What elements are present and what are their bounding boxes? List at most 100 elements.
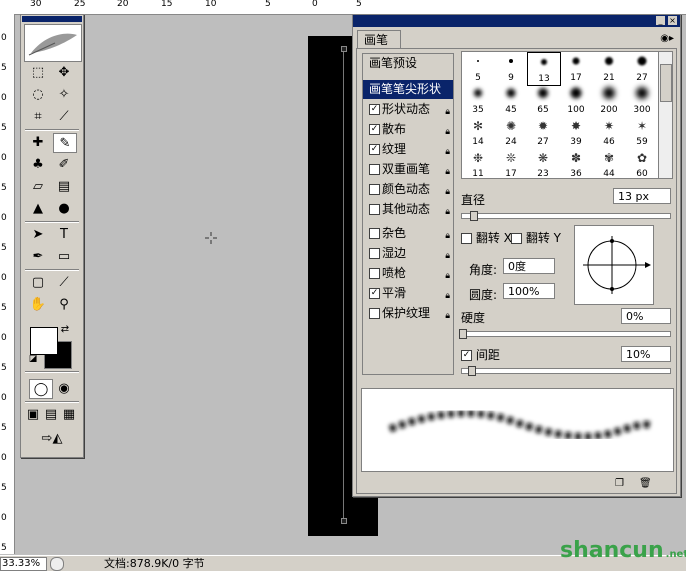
diameter-slider[interactable] [461,211,671,221]
list-item-protect-texture[interactable]: 保护纹理 🔒︎ [363,304,453,323]
brush-tip[interactable]: 5 [462,52,494,84]
slider-knob[interactable] [470,211,478,221]
list-item-wet-edges[interactable]: 湿边 🔒︎ [363,244,453,263]
brush-tip[interactable]: 65 [527,84,559,116]
crop-tool-icon[interactable]: ⌗ [27,107,49,125]
lasso-tool-icon[interactable]: ◌ [27,85,49,103]
toolbox-titlebar[interactable] [22,16,82,22]
pen-tool-icon[interactable]: ✒ [27,247,49,265]
checkbox[interactable] [369,164,380,175]
brush-tip-grid[interactable]: 5 9 13 17 21 27 35 45 65 100 200 300 ✻ 14… [461,51,660,179]
slider-knob[interactable] [459,329,467,339]
checkbox[interactable] [369,268,380,279]
brush-tip[interactable]: ✷ 46 [593,116,625,148]
hardness-field[interactable]: 0% [621,308,671,324]
brush-tip[interactable]: ✺ 24 [495,116,527,148]
brush-tip[interactable]: ✻ 14 [462,116,494,148]
checkbox[interactable] [461,233,472,244]
checkbox[interactable]: ✓ [461,350,472,361]
slider-knob[interactable] [468,366,476,376]
checkbox[interactable] [511,233,522,244]
flip-x-control[interactable]: 翻转 X [461,229,512,246]
close-button[interactable]: × [668,16,677,25]
hand-tool-icon[interactable]: ✋ [27,295,49,313]
panel-titlebar[interactable]: _ × [353,15,680,27]
checkbox[interactable] [369,308,380,319]
brush-tip[interactable]: 100 [560,84,592,116]
list-item-dual-brush[interactable]: 双重画笔 🔒︎ [363,160,453,179]
brush-grid-scrollbar[interactable] [658,51,673,179]
brush-tip[interactable]: ✽ 36 [560,148,592,178]
new-brush-icon[interactable]: ❐ [615,478,624,489]
brush-tip[interactable]: 300 [626,84,658,116]
zoom-field[interactable]: 33.33% [0,557,47,571]
flip-y-control[interactable]: 翻转 Y [511,229,561,246]
blur-tool-icon[interactable]: ▲ [27,199,49,217]
swap-colors-icon[interactable]: ⇄ [59,323,71,335]
list-item-shape-dynamics[interactable]: ✓ 形状动态 🔒︎ [363,100,453,119]
brush-tip[interactable]: ✿ 60 [626,148,658,178]
list-item-scattering[interactable]: ✓ 散布 🔒︎ [363,120,453,139]
checkbox[interactable]: ✓ [369,104,380,115]
spacing-control[interactable]: ✓ 间距 [461,346,500,363]
standard-mode-icon[interactable]: ◯ [29,379,53,399]
gradient-tool-icon[interactable]: ▤ [53,177,75,195]
brush-tip[interactable]: 27 [626,52,658,84]
brush-tip[interactable]: ❊ 17 [495,148,527,178]
full-screen-menu-mode-icon[interactable]: ▤ [43,405,59,423]
panel-menu-icon[interactable]: ◉▸ [660,33,674,44]
default-colors-icon[interactable]: ◪ [27,353,39,365]
dodge-tool-icon[interactable]: ● [53,199,75,217]
brush-tip[interactable]: ✹ 27 [527,116,559,148]
move-tool-icon[interactable]: ✥ [53,63,75,81]
roundness-field[interactable]: 100% [503,283,555,299]
spacing-slider[interactable] [461,366,671,376]
brush-tip[interactable]: 9 [495,52,527,84]
brush-tip[interactable]: 200 [593,84,625,116]
full-screen-mode-icon[interactable]: ▦ [61,405,77,423]
list-item-brush-tip-shape[interactable]: 画笔笔尖形状 [363,80,453,99]
list-item-brush-presets[interactable]: 画笔预设 [363,54,453,73]
brush-tip-selected[interactable]: 13 [527,52,561,86]
checkbox[interactable]: ✓ [369,124,380,135]
list-item-other-dynamics[interactable]: 其他动态 🔒︎ [363,200,453,219]
history-brush-tool-icon[interactable]: ✐ [53,155,75,173]
foreground-color-swatch[interactable] [30,327,58,355]
hardness-slider[interactable] [459,329,671,339]
checkbox[interactable] [369,184,380,195]
checkbox[interactable] [369,228,380,239]
list-item-smoothing[interactable]: ✓ 平滑 🔒︎ [363,284,453,303]
spacing-field[interactable]: 10% [621,346,671,362]
eraser-tool-icon[interactable]: ▱ [27,177,49,195]
type-tool-icon[interactable]: T [53,225,75,243]
eyedropper-tool-icon[interactable]: ⟋ [53,273,75,291]
list-item-noise[interactable]: 杂色 🔒︎ [363,224,453,243]
delete-brush-icon[interactable]: 🗑︎ [639,478,652,489]
photoshop-feather-logo[interactable] [24,24,82,62]
path-anchor[interactable] [341,46,347,52]
minimize-button[interactable]: _ [656,16,665,25]
list-item-texture[interactable]: ✓ 纹理 🔒︎ [363,140,453,159]
shape-tool-icon[interactable]: ▭ [53,247,75,265]
notes-tool-icon[interactable]: ▢ [27,273,49,291]
scrollbar-thumb[interactable] [660,64,672,102]
clone-stamp-tool-icon[interactable]: ♣ [27,155,49,173]
brush-tip[interactable]: 45 [495,84,527,116]
checkbox[interactable]: ✓ [369,288,380,299]
marquee-tool-icon[interactable]: ⬚ [27,63,49,81]
quick-mask-mode-icon[interactable]: ◉ [53,379,75,397]
path-selection-tool-icon[interactable]: ➤ [27,225,49,243]
checkbox[interactable] [369,248,380,259]
path-anchor[interactable] [341,518,347,524]
brush-tip[interactable]: ❉ 11 [462,148,494,178]
zoom-tool-icon[interactable]: ⚲ [53,295,75,313]
brush-tip[interactable]: ✾ 44 [593,148,625,178]
healing-brush-tool-icon[interactable]: ✚ [27,133,49,151]
list-item-airbrush[interactable]: 喷枪 🔒︎ [363,264,453,283]
angle-roundness-preview[interactable] [574,225,654,305]
brush-tip[interactable]: ✶ 59 [626,116,658,148]
status-info-icon[interactable] [50,557,64,571]
tab-brushes[interactable]: 画笔 [357,30,401,48]
brush-tip[interactable]: 35 [462,84,494,116]
magic-wand-tool-icon[interactable]: ✧ [53,85,75,103]
